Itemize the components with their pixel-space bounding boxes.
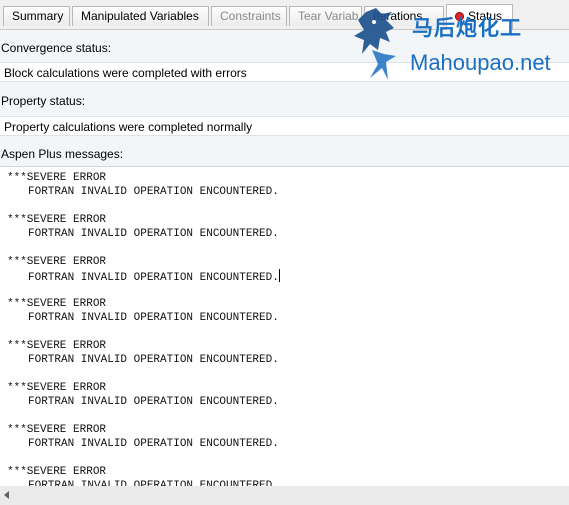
- message-item: ***SEVERE ERROR FORTRAN INVALID OPERATION…: [7, 339, 569, 381]
- scroll-left-icon[interactable]: [4, 491, 9, 499]
- message-text: FORTRAN INVALID OPERATION ENCOUNTERED.: [28, 396, 279, 408]
- convergence-status-label: Convergence status:: [1, 41, 112, 55]
- tab-tear-variables[interactable]: Tear Variab: [289, 6, 362, 26]
- message-text: FORTRAN INVALID OPERATION ENCOUNTERED.: [28, 228, 279, 240]
- tab-label: Constraints: [220, 9, 281, 23]
- tab-manipulated-variables[interactable]: Manipulated Variables: [72, 6, 209, 26]
- message-text: FORTRAN INVALID OPERATION ENCOUNTERED.: [28, 186, 279, 198]
- message-item: ***SEVERE ERROR FORTRAN INVALID OPERATION…: [7, 465, 569, 486]
- messages-label: Aspen Plus messages:: [1, 147, 124, 161]
- property-status-value[interactable]: Property calculations were completed nor…: [0, 116, 569, 136]
- message-item: ***SEVERE ERROR FORTRAN INVALID OPERATION…: [7, 255, 569, 297]
- tab-status[interactable]: Status: [446, 4, 513, 30]
- message-severity: ***SEVERE ERROR: [7, 256, 107, 268]
- message-severity: ***SEVERE ERROR: [7, 298, 107, 310]
- tab-bar: Summary Manipulated Variables Constraint…: [0, 0, 569, 30]
- message-item: ***SEVERE ERROR FORTRAN INVALID OPERATION…: [7, 213, 569, 255]
- message-text: FORTRAN INVALID OPERATION ENCOUNTERED.: [28, 354, 279, 366]
- message-severity: ***SEVERE ERROR: [7, 466, 107, 478]
- tab-label: Tear Variab: [298, 9, 359, 23]
- message-severity: ***SEVERE ERROR: [7, 214, 107, 226]
- tab-label: Manipulated Variables: [81, 9, 199, 23]
- message-list: ***SEVERE ERROR FORTRAN INVALID OPERATION…: [7, 171, 569, 486]
- message-item: ***SEVERE ERROR FORTRAN INVALID OPERATION…: [7, 171, 569, 213]
- horizontal-scrollbar[interactable]: [0, 486, 569, 505]
- convergence-status-value[interactable]: Block calculations were completed with e…: [0, 62, 569, 82]
- messages-textarea[interactable]: ***SEVERE ERROR FORTRAN INVALID OPERATION…: [0, 166, 569, 487]
- message-text: FORTRAN INVALID OPERATION ENCOUNTERED.: [28, 312, 279, 324]
- tab-label: Status: [468, 9, 503, 23]
- tab-summary[interactable]: Summary: [3, 6, 70, 26]
- message-severity: ***SEVERE ERROR: [7, 172, 107, 184]
- tab-label: Summary: [12, 9, 64, 23]
- tab-iterations[interactable]: Iterations: [364, 6, 444, 26]
- property-status-label: Property status:: [1, 94, 86, 108]
- message-item: ***SEVERE ERROR FORTRAN INVALID OPERATION…: [7, 297, 569, 339]
- message-severity: ***SEVERE ERROR: [7, 424, 107, 436]
- message-text: FORTRAN INVALID OPERATION ENCOUNTERED.: [28, 438, 279, 450]
- message-item: ***SEVERE ERROR FORTRAN INVALID OPERATION…: [7, 423, 569, 465]
- tab-constraints[interactable]: Constraints: [211, 6, 287, 26]
- message-severity: ***SEVERE ERROR: [7, 382, 107, 394]
- message-severity: ***SEVERE ERROR: [7, 340, 107, 352]
- text-caret: [278, 269, 280, 282]
- message-text: FORTRAN INVALID OPERATION ENCOUNTERED.: [28, 272, 279, 284]
- error-status-icon: [455, 12, 464, 21]
- tab-label: Iterations: [373, 9, 423, 23]
- message-item: ***SEVERE ERROR FORTRAN INVALID OPERATION…: [7, 381, 569, 423]
